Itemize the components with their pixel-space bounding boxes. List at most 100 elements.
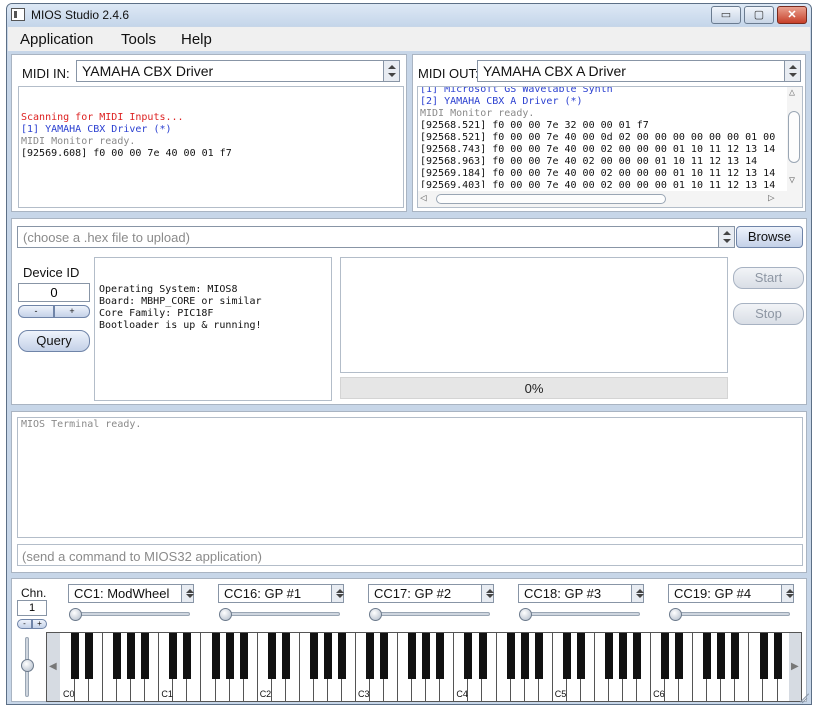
cc-slider-knob[interactable]	[519, 608, 532, 621]
scroll-up-icon[interactable]: △	[789, 87, 795, 99]
piano-black-key[interactable]	[759, 633, 768, 679]
piano-black-key[interactable]	[281, 633, 290, 679]
keyboard-scroll-left-button[interactable]: ◀	[47, 633, 60, 701]
piano-black-key[interactable]	[85, 633, 94, 679]
terminal-command-input[interactable]: (send a command to MIOS32 application)	[17, 544, 803, 566]
piano-black-key[interactable]	[239, 633, 248, 679]
piano-black-key[interactable]	[141, 633, 150, 679]
scroll-right-icon[interactable]: ▷	[768, 192, 775, 204]
piano-black-key[interactable]	[422, 633, 431, 679]
cc-slider-track[interactable]	[372, 612, 490, 616]
query-button[interactable]: Query	[18, 330, 90, 352]
stop-button[interactable]: Stop	[733, 303, 804, 325]
channel-input[interactable]: 1	[17, 600, 47, 616]
cc-slider-knob[interactable]	[219, 608, 232, 621]
piano-black-key[interactable]	[323, 633, 332, 679]
title-bar[interactable]: MIOS Studio 2.4.6 ▭ ▢ ✕	[7, 4, 811, 26]
piano-black-key[interactable]	[506, 633, 515, 679]
cc-select[interactable]: CC1: ModWheel	[68, 584, 194, 603]
piano-black-key[interactable]	[183, 633, 192, 679]
midi-in-monitor[interactable]: Scanning for MIDI Inputs... [1] YAMAHA CB…	[18, 86, 404, 208]
piano-black-key[interactable]	[576, 633, 585, 679]
piano-black-key[interactable]	[225, 633, 234, 679]
piano-black-key[interactable]	[717, 633, 726, 679]
piano-black-key[interactable]	[773, 633, 782, 679]
cc-slider-track[interactable]	[522, 612, 640, 616]
device-info-box[interactable]: Operating System: MIOS8 Board: MBHP_CORE …	[94, 257, 332, 401]
piano-black-key[interactable]	[71, 633, 80, 679]
cc-slider-knob[interactable]	[69, 608, 82, 621]
piano-black-key[interactable]	[703, 633, 712, 679]
piano-black-key[interactable]	[169, 633, 178, 679]
piano-black-key[interactable]	[633, 633, 642, 679]
terminal-output[interactable]: MIOS Terminal ready.	[17, 417, 803, 538]
menu-tools[interactable]: Tools	[121, 31, 156, 48]
minimize-button[interactable]: ▭	[711, 6, 741, 24]
piano-black-key[interactable]	[380, 633, 389, 679]
cc-select[interactable]: CC16: GP #1	[218, 584, 344, 603]
piano-black-key[interactable]	[366, 633, 375, 679]
start-button[interactable]: Start	[733, 267, 804, 289]
piano-black-key[interactable]	[661, 633, 670, 679]
cc-select[interactable]: CC19: GP #4	[668, 584, 794, 603]
hex-file-dropdown-icon[interactable]	[718, 227, 734, 247]
menu-help[interactable]: Help	[181, 31, 212, 48]
midi-out-vscroll-thumb[interactable]	[788, 111, 800, 163]
pitch-wheel-knob[interactable]	[21, 659, 34, 672]
piano-keyboard[interactable]: C0 C1 C2 C3 C4 C5 C6 ◀ ▶	[46, 632, 802, 702]
piano-black-key[interactable]	[520, 633, 529, 679]
piano-black-key[interactable]	[127, 633, 136, 679]
cc-select[interactable]: CC18: GP #3	[518, 584, 644, 603]
piano-black-key[interactable]	[338, 633, 346, 679]
cc-slider-knob[interactable]	[669, 608, 682, 621]
piano-black-key[interactable]	[675, 633, 684, 679]
cc-dropdown-icon[interactable]	[631, 585, 644, 602]
resize-grip-icon[interactable]	[795, 692, 810, 704]
midi-in-device-select[interactable]: YAMAHA CBX Driver	[76, 60, 400, 82]
midi-out-hscroll-thumb[interactable]	[436, 194, 666, 204]
scroll-down-icon[interactable]: ▽	[789, 175, 795, 187]
cc-slider-knob[interactable]	[369, 608, 382, 621]
midi-out-device-select[interactable]: YAMAHA CBX A Driver	[477, 60, 801, 82]
piano-black-key[interactable]	[619, 633, 627, 679]
channel-increment-button[interactable]: +	[32, 619, 47, 629]
device-id-increment-button[interactable]: +	[54, 305, 90, 318]
maximize-button[interactable]: ▢	[744, 6, 774, 24]
app-icon[interactable]	[11, 8, 25, 21]
midi-out-vscrollbar[interactable]: △ ▽	[787, 87, 802, 191]
piano-black-key[interactable]	[731, 633, 740, 679]
cc-slider-track[interactable]	[222, 612, 340, 616]
device-id-input[interactable]: 0	[18, 283, 90, 302]
piano-black-key[interactable]	[534, 633, 543, 679]
cc-slider-track[interactable]	[672, 612, 790, 616]
cc-dropdown-icon[interactable]	[481, 585, 494, 602]
upload-status-box[interactable]	[340, 257, 728, 373]
cc-slider-track[interactable]	[72, 612, 190, 616]
device-id-decrement-button[interactable]: -	[18, 305, 54, 318]
piano-black-key[interactable]	[436, 633, 445, 679]
piano-black-key[interactable]	[113, 633, 122, 679]
midi-out-monitor[interactable]: [1] Microsoft GS Wavetable Synth [2] YAMA…	[417, 86, 803, 208]
piano-black-key[interactable]	[478, 633, 487, 679]
menu-application[interactable]: Application	[20, 31, 93, 48]
hex-file-select[interactable]: (choose a .hex file to upload)	[17, 226, 735, 248]
cc-select[interactable]: CC17: GP #2	[368, 584, 494, 603]
midi-out-hscrollbar[interactable]: ◁ ▷	[418, 191, 802, 207]
piano-black-key[interactable]	[562, 633, 571, 679]
piano-black-key[interactable]	[604, 633, 613, 679]
piano-black-key[interactable]	[464, 633, 473, 679]
midi-out-dropdown-icon[interactable]	[784, 61, 800, 81]
piano-black-key[interactable]	[211, 633, 220, 679]
cc-dropdown-icon[interactable]	[331, 585, 344, 602]
piano-black-key[interactable]	[267, 633, 276, 679]
cc-dropdown-icon[interactable]	[181, 585, 194, 602]
cc-dropdown-icon[interactable]	[781, 585, 794, 602]
piano-black-key[interactable]	[408, 633, 417, 679]
browse-button[interactable]: Browse	[736, 226, 803, 248]
piano-black-key[interactable]	[309, 633, 318, 679]
channel-decrement-button[interactable]: -	[17, 619, 32, 629]
scroll-left-icon[interactable]: ◁	[420, 192, 427, 204]
close-button[interactable]: ✕	[777, 6, 807, 24]
midi-in-dropdown-icon[interactable]	[383, 61, 399, 81]
device-info-line: Core Family: PIC18F	[99, 308, 214, 319]
